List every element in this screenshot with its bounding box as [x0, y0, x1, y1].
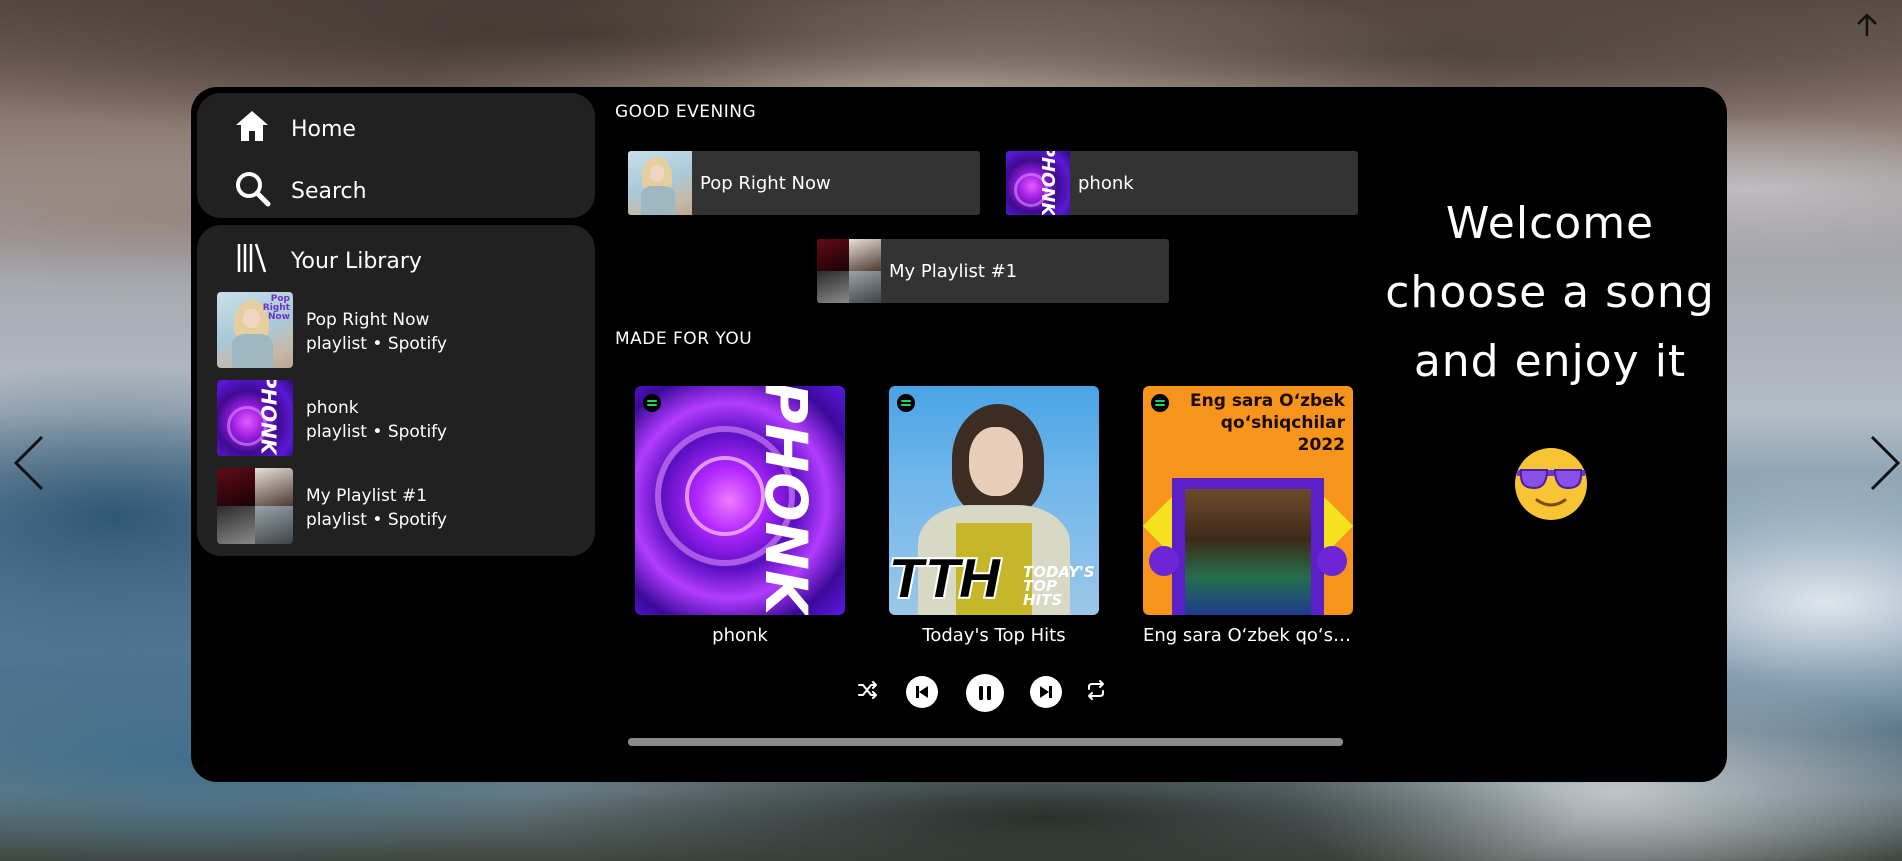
welcome-message: Welcome choose a song and enjoy it — [1370, 189, 1730, 396]
library-header[interactable]: Your Library — [233, 239, 422, 283]
phonk-cover-word: PHONK — [256, 380, 281, 455]
welcome-line-3: and enjoy it — [1413, 336, 1687, 387]
card-caption: phonk — [712, 625, 768, 646]
previous-icon[interactable] — [906, 676, 938, 708]
spotify-logo-icon — [897, 394, 915, 412]
shortcut-label: My Playlist #1 — [889, 260, 1018, 282]
playback-progress-fill — [628, 738, 1343, 746]
library-item-my-playlist-1[interactable]: My Playlist #1 playlist • Spotify — [217, 468, 577, 544]
pop-right-now-cover: Pop Right Now — [217, 292, 293, 368]
nav-home-label: Home — [291, 116, 356, 142]
previous-slide-arrow-icon[interactable] — [12, 433, 46, 493]
pop-right-now-cover — [628, 151, 692, 215]
tth-logo: TTH — [889, 547, 1004, 612]
phonk-cover-word: PHONK — [752, 386, 821, 615]
next-slide-arrow-icon[interactable] — [1868, 433, 1902, 493]
pop-cover-label: Pop Right Now — [262, 294, 290, 323]
phonk-cover: PHONK — [217, 380, 293, 456]
library-icon — [233, 239, 271, 283]
library-item-subtitle: playlist • Spotify — [306, 421, 447, 442]
welcome-line-2: choose a song — [1385, 267, 1715, 318]
shortcut-label: Pop Right Now — [700, 172, 831, 194]
library-item-title: Pop Right Now — [306, 309, 430, 330]
sunglasses-emoji-icon — [1511, 442, 1591, 522]
nav-home[interactable]: Home — [233, 104, 356, 154]
made-for-you-title: MADE FOR YOU — [615, 329, 753, 349]
player-window: Home Search Your Library Pop Right Now P… — [191, 87, 1727, 782]
spotify-logo-icon — [1151, 394, 1169, 412]
tth-sub: TODAY'S TOP HITS — [1023, 563, 1095, 609]
card-todays-top-hits[interactable]: TTH TODAY'S TOP HITS Today's Top Hits — [889, 386, 1099, 646]
library-item-title: My Playlist #1 — [306, 485, 428, 506]
library-item-subtitle: playlist • Spotify — [306, 509, 447, 530]
my-playlist-cover — [817, 239, 881, 303]
todays-top-hits-cover: TTH TODAY'S TOP HITS — [889, 386, 1099, 615]
card-phonk[interactable]: PHONK phonk — [635, 386, 845, 646]
scroll-to-top-icon[interactable] — [1852, 10, 1882, 40]
card-caption: Today's Top Hits — [922, 625, 1066, 646]
greeting-title: GOOD EVENING — [615, 102, 757, 122]
search-icon — [233, 169, 271, 213]
next-icon[interactable] — [1030, 676, 1062, 708]
library-label: Your Library — [291, 248, 422, 274]
library-panel: Your Library Pop Right Now Pop Right Now… — [197, 225, 595, 556]
nav-search-label: Search — [291, 178, 367, 204]
spotify-logo-icon — [643, 394, 661, 412]
my-playlist-cover — [217, 468, 293, 544]
shortcut-pop-right-now[interactable]: Pop Right Now — [628, 151, 980, 215]
shortcut-my-playlist-1[interactable]: My Playlist #1 — [817, 239, 1169, 303]
shortcut-label: phonk — [1078, 172, 1134, 194]
eng-sara-ozbek-cover: Eng sara O‘zbek qo‘shiqchilar 2022 — [1143, 386, 1353, 615]
library-item-phonk[interactable]: PHONK phonk playlist • Spotify — [217, 380, 577, 456]
card-eng-sara-ozbek[interactable]: Eng sara O‘zbek qo‘shiqchilar 2022 Eng s… — [1143, 386, 1353, 646]
uz-cover-title: Eng sara O‘zbek qo‘shiqchilar 2022 — [1190, 391, 1345, 455]
pause-icon[interactable] — [966, 674, 1004, 712]
library-item-pop-right-now[interactable]: Pop Right Now Pop Right Now playlist • S… — [217, 292, 577, 368]
shuffle-icon[interactable] — [857, 679, 879, 701]
nav-search[interactable]: Search — [233, 166, 367, 216]
phonk-cover: PHONK — [1006, 151, 1070, 215]
playback-progress-bar[interactable] — [628, 738, 1343, 746]
home-icon — [233, 107, 271, 151]
phonk-cover-word: PHONK — [1037, 151, 1059, 215]
library-item-title: phonk — [306, 397, 359, 418]
library-item-subtitle: playlist • Spotify — [306, 333, 447, 354]
card-caption: Eng sara O‘zbek qo‘shiqchilar 2022 — [1143, 625, 1353, 646]
nav-panel: Home Search — [197, 93, 595, 218]
shortcut-phonk[interactable]: PHONK phonk — [1006, 151, 1358, 215]
welcome-line-1: Welcome — [1445, 198, 1655, 249]
repeat-icon[interactable] — [1085, 679, 1107, 701]
phonk-cover: PHONK — [635, 386, 845, 615]
